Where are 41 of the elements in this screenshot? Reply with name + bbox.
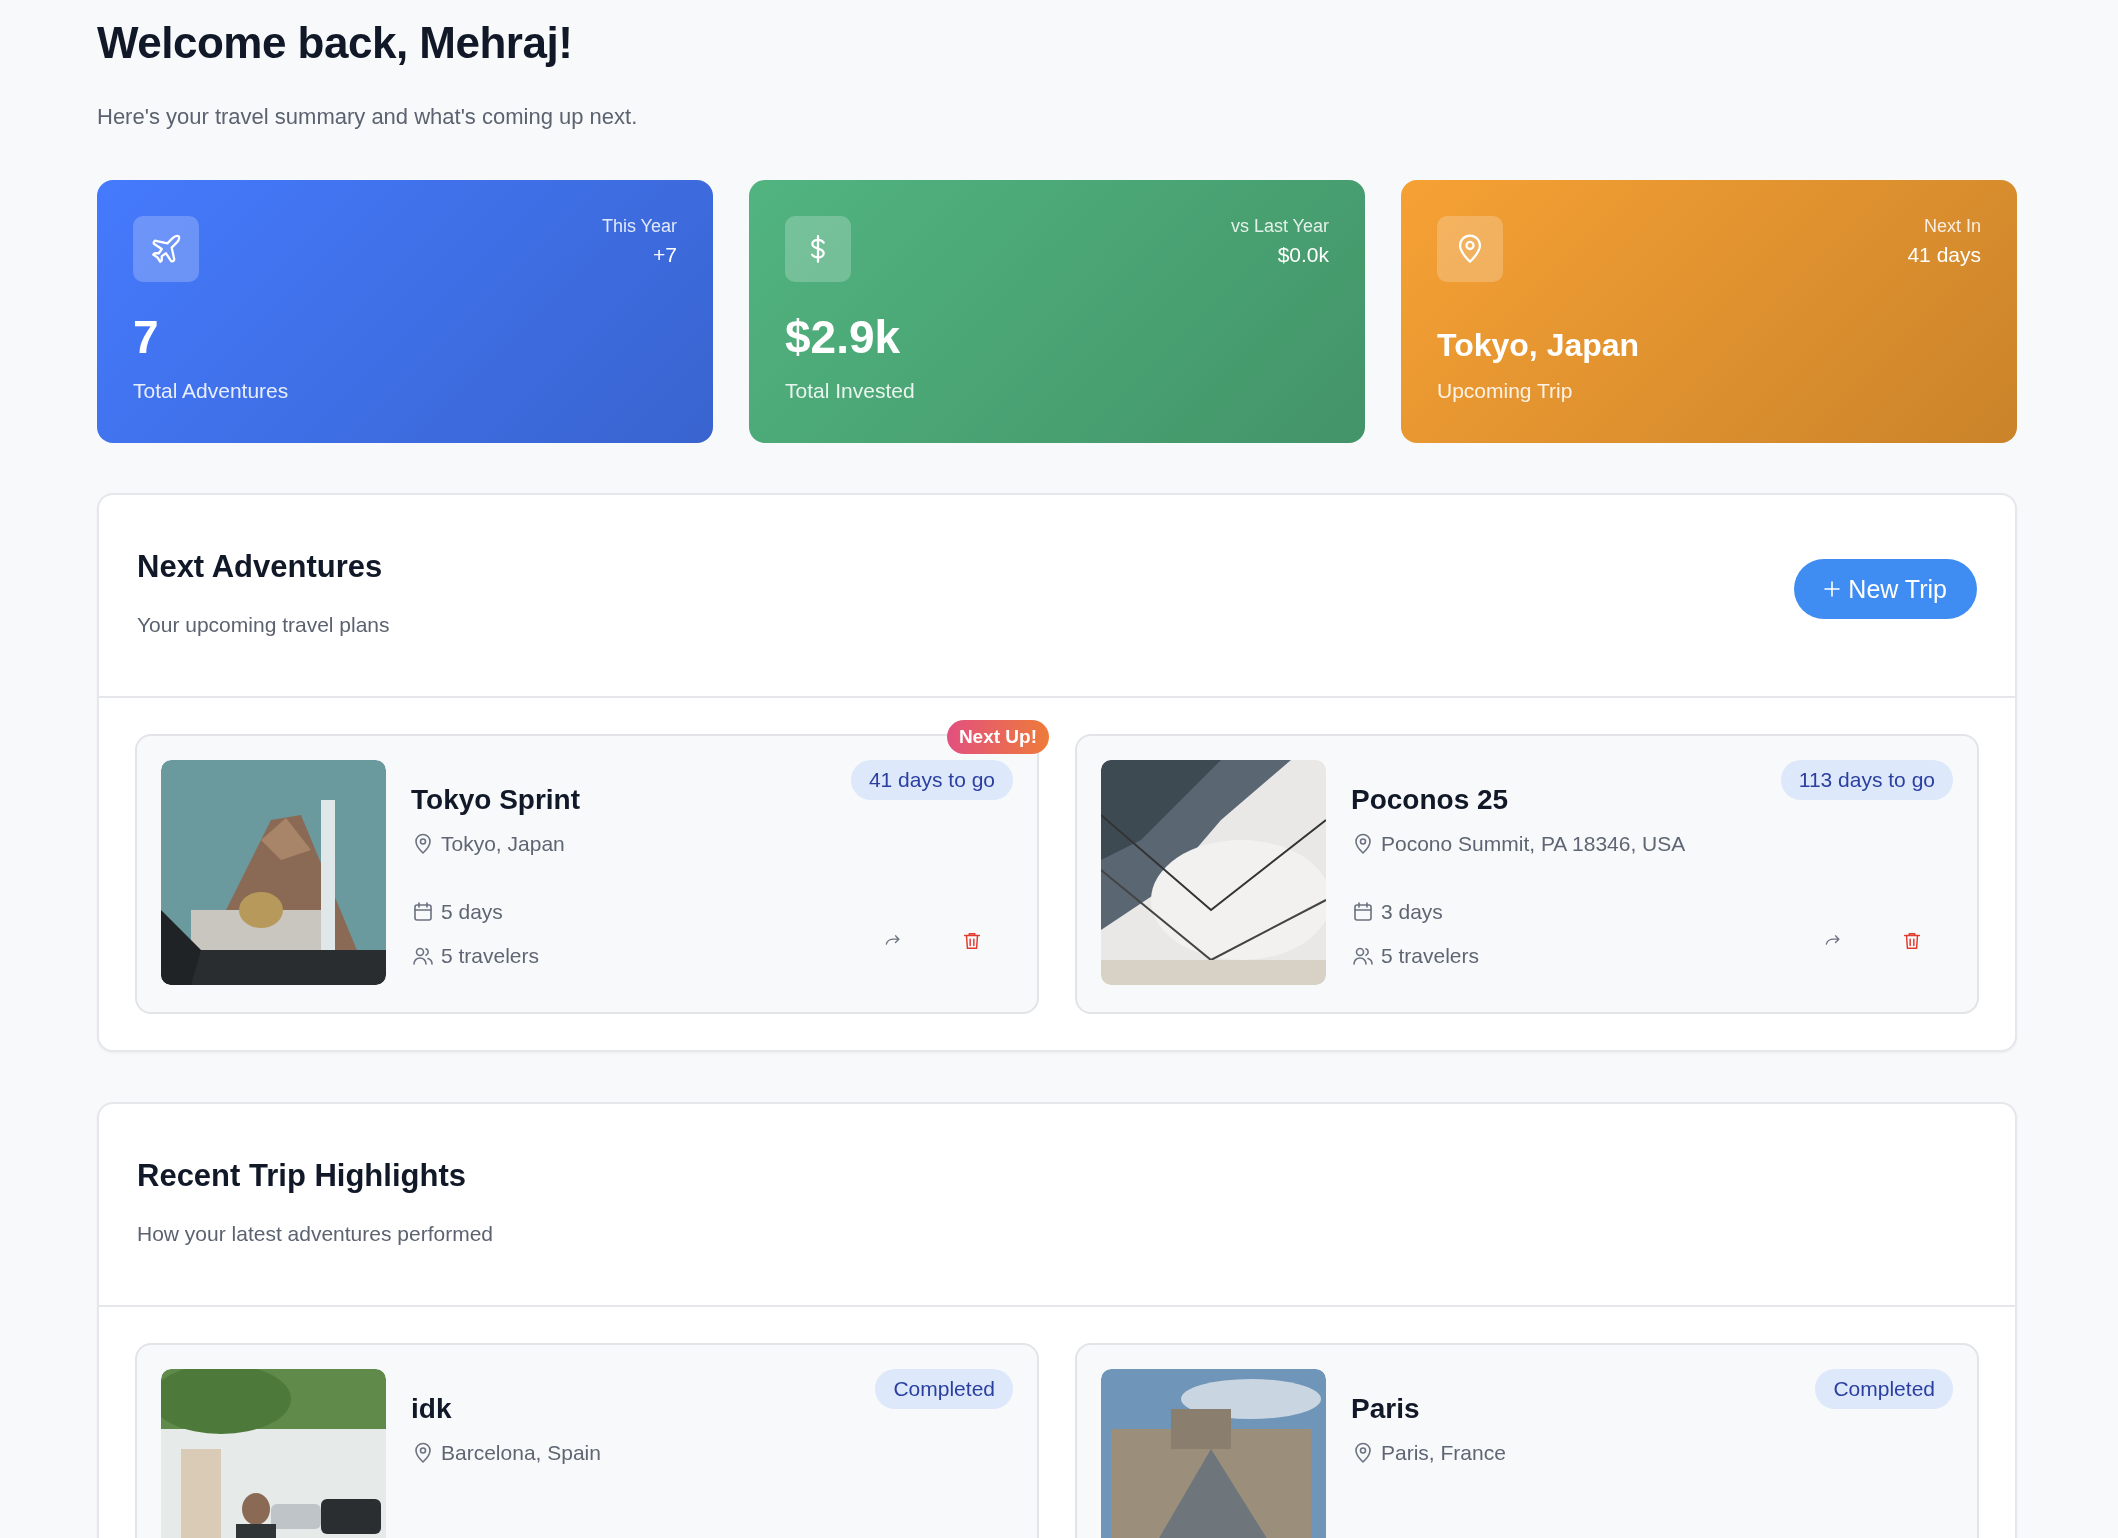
- stat-label: Total Adventures: [133, 378, 290, 403]
- trip-duration: 5 days: [441, 900, 503, 924]
- status-badge: 113 days to go: [1780, 760, 1953, 800]
- status-badge: Completed: [1815, 1369, 1953, 1409]
- status-badge: Completed: [875, 1369, 1013, 1409]
- next-up-badge: Next Up!: [946, 720, 1049, 754]
- section-subtitle: How your latest adventures performed: [137, 1222, 493, 1246]
- stat-change: $0.0k: [1277, 243, 1329, 267]
- stat-caption: Next In: [1923, 216, 1981, 237]
- trip-title: idk: [411, 1393, 453, 1425]
- trip-travelers: 5 travelers: [1381, 944, 1480, 968]
- page-title: Welcome back, Mehraj!: [97, 18, 574, 68]
- trip-title: Poconos 25: [1351, 784, 1510, 816]
- stat-value: $2.9k: [785, 312, 902, 363]
- trip-location: Barcelona, Spain: [441, 1441, 601, 1465]
- trip-location: Tokyo, Japan: [441, 832, 565, 856]
- calendar-icon: [1351, 900, 1375, 924]
- trip-location: Paris, France: [1381, 1441, 1506, 1465]
- stat-value: Tokyo, Japan: [1437, 328, 1641, 364]
- trash-icon: [1901, 930, 1923, 952]
- stat-change: 41 days: [1907, 243, 1981, 267]
- calendar-icon: [411, 900, 435, 924]
- airplane-icon: [149, 232, 183, 266]
- section-title: Recent Trip Highlights: [137, 1158, 467, 1194]
- section-title: Next Adventures: [137, 549, 384, 585]
- stat-caption: vs Last Year: [1230, 216, 1329, 237]
- page-subtitle: Here's your travel summary and what's coming up next.: [97, 104, 639, 130]
- trip-title: Paris: [1351, 1393, 1421, 1425]
- stat-label: Upcoming Trip: [1437, 379, 1574, 404]
- trip-location: Pocono Summit, PA 18346, USA: [1381, 832, 1686, 856]
- stat-value: 7: [133, 312, 160, 363]
- stat-label: Total Invested: [785, 378, 916, 403]
- status-badge: 41 days to go: [850, 760, 1013, 800]
- trip-travelers: 5 travelers: [441, 944, 540, 968]
- stat-caption: This Year: [601, 216, 677, 237]
- trip-duration: 3 days: [1381, 900, 1443, 924]
- section-subtitle: Your upcoming travel plans: [137, 613, 390, 637]
- new-trip-button[interactable]: New Trip: [1794, 559, 1977, 619]
- trip-title: Tokyo Sprint: [411, 784, 582, 816]
- stat-change: +7: [653, 243, 677, 267]
- trash-icon: [961, 930, 983, 952]
